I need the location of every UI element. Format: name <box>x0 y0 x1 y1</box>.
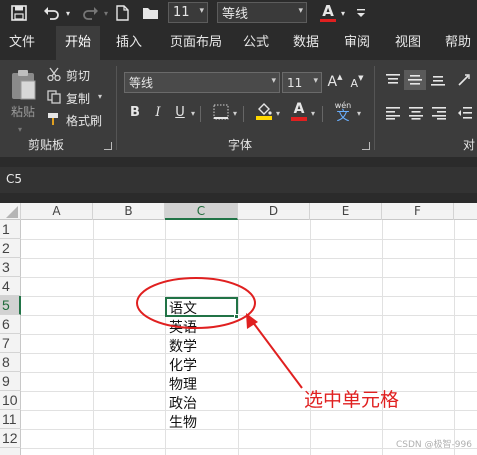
annotation-ellipse <box>136 277 256 329</box>
watermark: CSDN @极智-996 <box>396 440 472 450</box>
excel-window: ▾ ▾ 11 ▾ 等线 ▾ A ▾ 文件 开始 插入 页面布局 公式 数据 审阅… <box>0 0 477 455</box>
annotation-arrow-line <box>251 320 303 389</box>
annotation-overlay <box>136 277 303 389</box>
annotation-label: 选中单元格 <box>304 389 400 411</box>
